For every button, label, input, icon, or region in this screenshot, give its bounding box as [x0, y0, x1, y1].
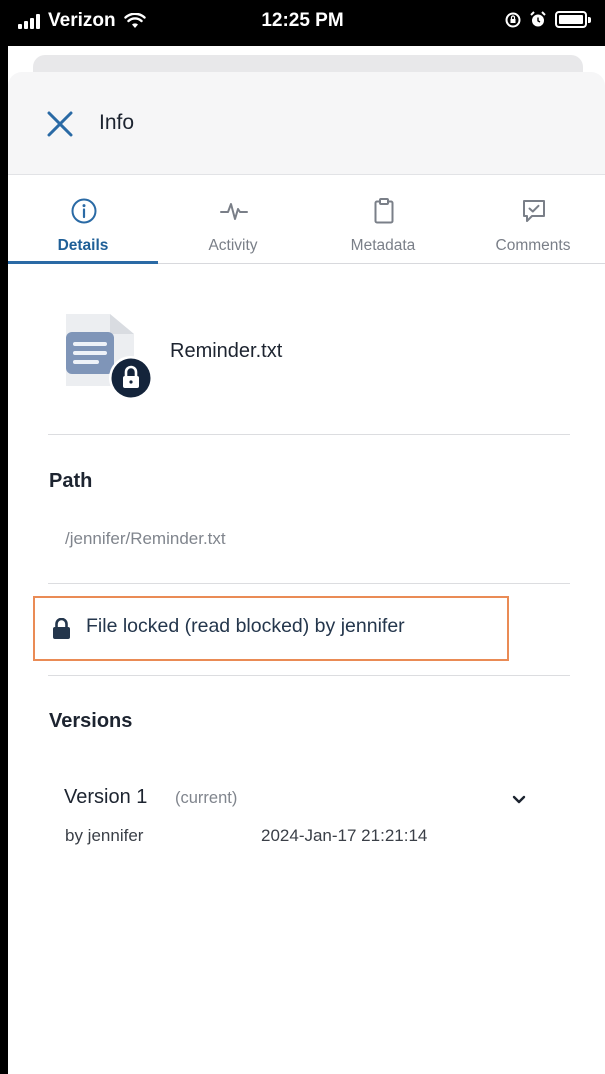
info-sheet: Info Details Activity Metadata Comments … — [8, 72, 605, 1074]
tab-label: Details — [57, 237, 109, 254]
divider — [48, 583, 570, 584]
tab-label: Metadata — [350, 237, 416, 254]
file-name: Reminder.txt — [170, 340, 283, 362]
tab-activity[interactable]: Activity — [158, 175, 308, 264]
file-summary: Reminder.txt — [60, 310, 580, 410]
battery-icon — [555, 11, 591, 28]
tab-details[interactable]: Details — [8, 175, 158, 264]
status-bar: Verizon 12:25 PM — [0, 0, 605, 46]
tab-comments[interactable]: Comments — [458, 175, 605, 264]
divider — [48, 675, 570, 676]
clipboard-icon — [374, 198, 394, 224]
version-status: (current) — [175, 789, 238, 807]
chevron-down-icon[interactable] — [510, 790, 528, 808]
tab-bar: Details Activity Metadata Comments — [8, 175, 605, 264]
alarm-icon — [530, 11, 546, 27]
path-heading: Path — [49, 470, 93, 492]
sheet-header: Info — [8, 72, 605, 175]
close-icon[interactable] — [46, 110, 74, 138]
lock-icon — [53, 618, 70, 639]
versions-heading: Versions — [49, 710, 133, 732]
tab-label: Activity — [208, 237, 258, 254]
version-title: Version 1 — [64, 786, 148, 808]
tab-metadata[interactable]: Metadata — [308, 175, 458, 264]
status-icons — [505, 11, 591, 28]
lock-status-banner: File locked (read blocked) by jennifer — [33, 596, 509, 661]
lock-status-text: File locked (read blocked) by jennifer — [86, 615, 405, 637]
screen-edge — [0, 46, 8, 1074]
version-author: by jennifer — [65, 826, 144, 845]
rotation-lock-icon — [505, 12, 521, 27]
activity-icon — [220, 203, 248, 220]
version-date: 2024-Jan-17 21:21:14 — [261, 826, 428, 845]
text-file-locked-icon — [66, 314, 153, 400]
active-tab-indicator — [8, 261, 158, 264]
path-value: /jennifer/Reminder.txt — [65, 529, 226, 548]
comment-icon — [523, 200, 545, 222]
divider — [48, 434, 570, 435]
info-icon — [71, 198, 97, 224]
tab-label: Comments — [495, 237, 571, 254]
page-title: Info — [99, 111, 135, 134]
